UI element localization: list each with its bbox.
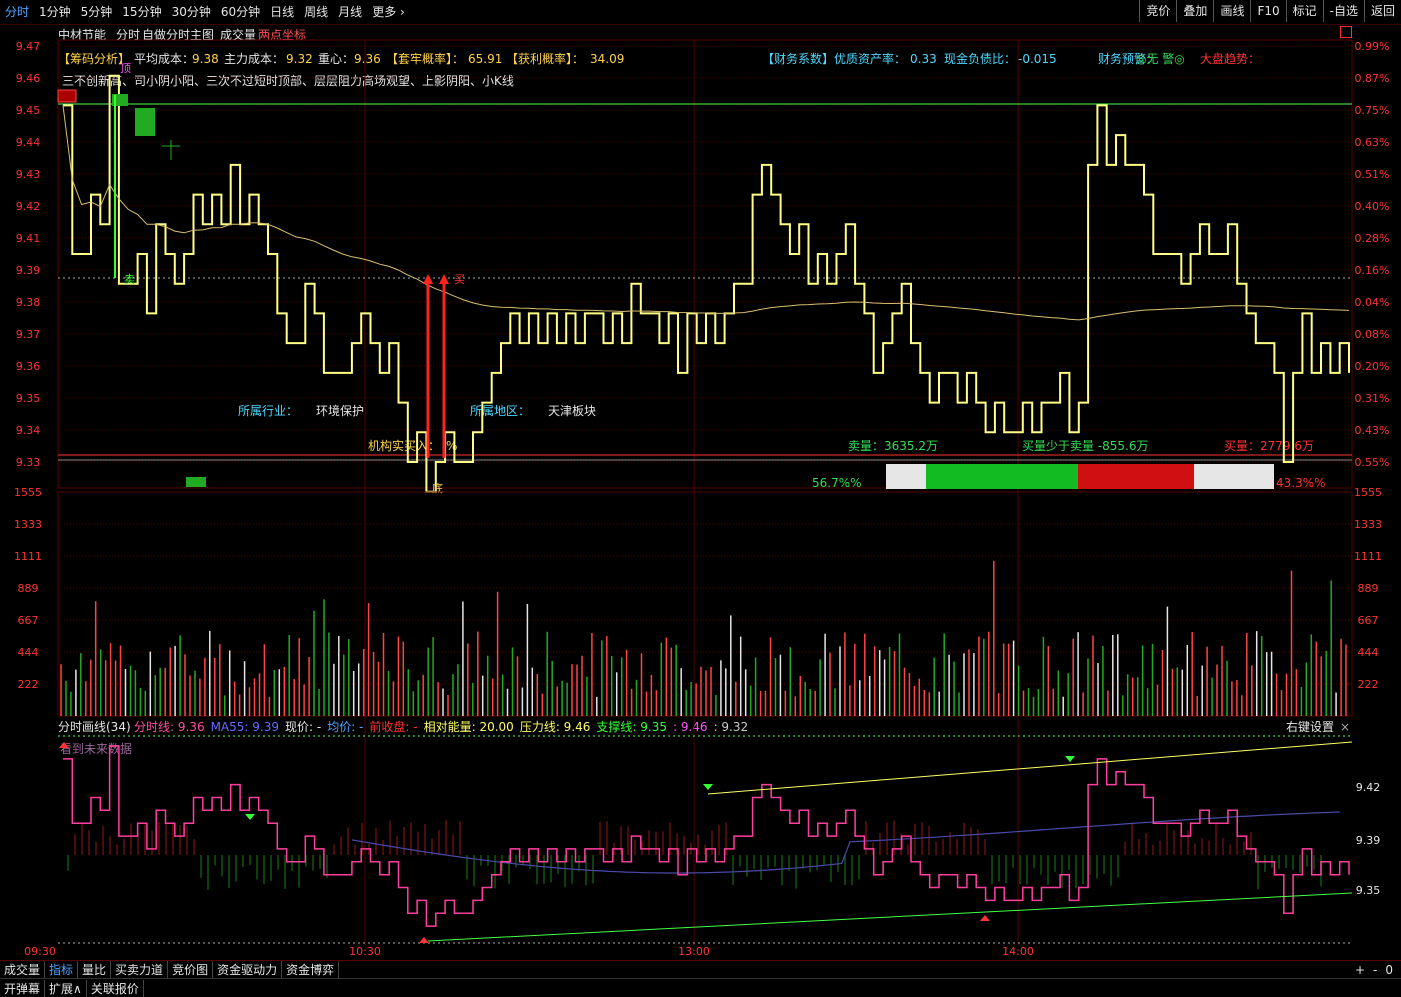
vol-tick: 889: [18, 582, 39, 595]
pct-tick: 0.99%: [1355, 40, 1390, 53]
price-tick: 9.33: [16, 456, 41, 469]
bottom-tab2[interactable]: 扩展∧: [45, 979, 87, 997]
price-tick: 9.37: [16, 328, 41, 341]
vol-tick: 444: [18, 646, 39, 659]
pct-tick: 0.63%: [1355, 136, 1390, 149]
price-line: [63, 74, 1350, 493]
arrow-up-icon: [980, 915, 990, 921]
pct-tick: 0.08%: [1355, 328, 1390, 341]
pct-tick: 0.16%: [1355, 264, 1390, 277]
price-tick: 9.45: [16, 104, 41, 117]
bottom-tab2[interactable]: 关联报价: [87, 979, 144, 997]
arrow-down-icon: [245, 814, 255, 820]
vol-tick-right: 1555: [1354, 486, 1382, 499]
arrow-up-icon: [59, 742, 69, 748]
vol-tick: 1333: [14, 518, 42, 531]
pct-tick: 0.40%: [1355, 200, 1390, 213]
price-tick: 9.47: [16, 40, 41, 53]
vol-tick-right: 889: [1358, 582, 1379, 595]
vol-tick-right: 222: [1358, 678, 1379, 691]
bottom-tab[interactable]: 成交量: [0, 961, 46, 979]
bottom-tab2[interactable]: 开弹幕: [0, 979, 46, 997]
candle: [57, 89, 77, 103]
pct-tick: 0.55%: [1355, 456, 1390, 469]
price-tick: 9.35: [16, 392, 41, 405]
zoom-button[interactable]: 0: [1381, 961, 1397, 979]
volume-frame: [57, 491, 1353, 717]
bottom-tab[interactable]: 指标: [45, 961, 79, 979]
zoom-button[interactable]: -: [1369, 961, 1381, 979]
pct-tick: 0.28%: [1355, 232, 1390, 245]
price-tick: 9.41: [16, 232, 41, 245]
pct-tick: 0.87%: [1355, 72, 1390, 85]
price-tick: 9.36: [16, 360, 41, 373]
bottom-tab[interactable]: 竞价图: [168, 961, 214, 979]
vol-tick: 222: [18, 678, 39, 691]
price-tick: 9.38: [16, 296, 41, 309]
price-tick: 9.42: [16, 200, 41, 213]
signal-sell: 卖: [124, 273, 135, 286]
arrow-down-icon: [703, 784, 713, 790]
pct-tick: 0.43%: [1355, 424, 1390, 437]
pct-tick: 0.04%: [1355, 296, 1390, 309]
vol-tick: 667: [18, 614, 39, 627]
price-tick: 9.43: [16, 168, 41, 181]
pct-tick: 0.31%: [1355, 392, 1390, 405]
bottom-tab[interactable]: 买卖力道: [111, 961, 169, 979]
ratio-bar-buy: [1077, 464, 1194, 489]
sub-tick: 9.42: [1356, 781, 1381, 794]
signal-bottom: 底: [432, 481, 443, 495]
sub-tick: 9.35: [1356, 884, 1381, 897]
vol-tick: 1555: [14, 486, 42, 499]
main-frame: [57, 39, 1353, 489]
pct-tick: 0.75%: [1355, 104, 1390, 117]
support-trend-line: [427, 892, 1353, 942]
bottom-tab[interactable]: 资金博弈: [282, 961, 340, 979]
sub-tick: 9.39: [1356, 834, 1381, 847]
bottom-tab[interactable]: 资金驱动力: [213, 961, 283, 979]
candle: [186, 477, 206, 487]
pct-tick: 0.20%: [1355, 360, 1390, 373]
avg-line: [62, 105, 1350, 321]
vol-tick-right: 1111: [1354, 550, 1382, 563]
price-tick: 9.44: [16, 136, 41, 149]
time-tick: 14:00: [1002, 945, 1034, 958]
intraday-line: [63, 745, 1350, 927]
vol-tick: 1111: [14, 550, 42, 563]
zoom-button[interactable]: +: [1351, 961, 1369, 979]
vol-tick-right: 667: [1358, 614, 1379, 627]
bottom-tabs: 成交量 指标 量比 买卖力道 竞价图 资金驱动力 资金博弈 + -0: [0, 960, 1401, 979]
arrow-down-icon: [1065, 756, 1075, 762]
time-tick: 10:30: [349, 945, 381, 958]
arrow-up-icon: [419, 937, 429, 943]
time-tick: 09:30: [24, 945, 56, 958]
arrow-up-icon: [423, 274, 433, 284]
bottom-tab[interactable]: 量比: [78, 961, 112, 979]
pressure-line: [707, 741, 1353, 795]
pct-tick: 0.51%: [1355, 168, 1390, 181]
vol-tick-right: 444: [1358, 646, 1379, 659]
signal-top: 顶: [120, 62, 131, 75]
intraday-chart[interactable]: 9.47 0.99% 9.46 0.87% 9.45 0.75% 9.44 0.63% 9.43…: [0, 0, 1401, 997]
time-tick: 13:00: [678, 945, 710, 958]
candle: [135, 108, 155, 136]
ratio-bar-sell: [926, 464, 1078, 489]
price-tick: 9.34: [16, 424, 41, 437]
arrow-up-icon: [439, 274, 449, 284]
price-tick: 9.46: [16, 72, 41, 85]
signal-buy: 买: [454, 273, 465, 286]
vol-tick-right: 1333: [1354, 518, 1382, 531]
price-tick: 9.39: [16, 264, 41, 277]
bottom-tabs-2: 开弹幕 扩展∧ 关联报价: [0, 978, 1401, 997]
